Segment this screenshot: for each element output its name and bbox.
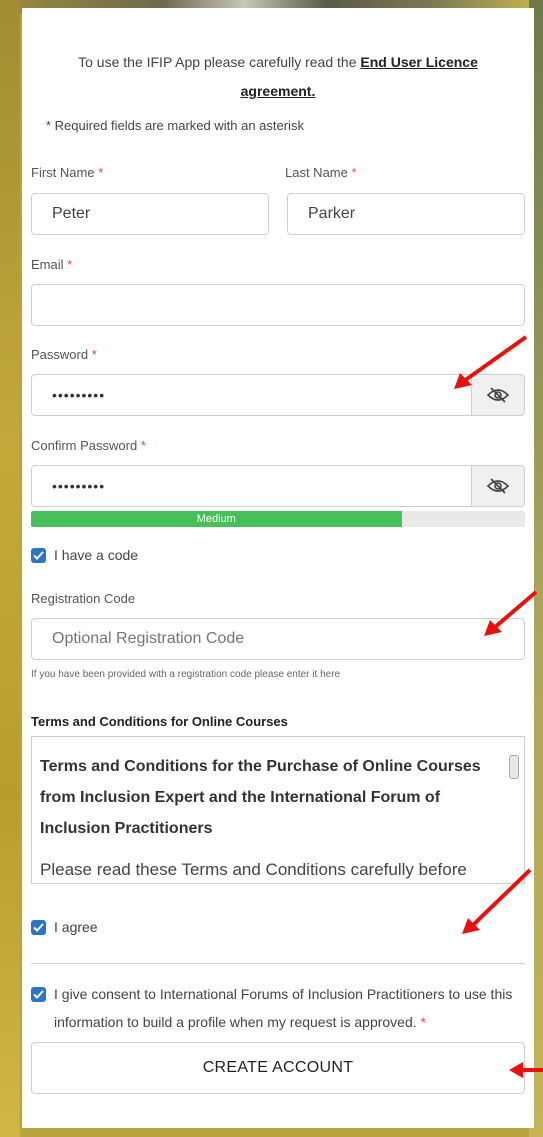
first-name-label: First Name * — [31, 165, 104, 180]
password-strength-fill: Medium — [31, 511, 402, 527]
eula-link-continued[interactable]: agreement. — [241, 83, 316, 99]
agree-label: I agree — [54, 919, 98, 935]
consent-checkbox-row[interactable]: I give consent to International Forums o… — [31, 986, 524, 1036]
have-code-checkbox[interactable] — [31, 548, 46, 563]
background-photo-left — [0, 0, 20, 1137]
email-label: Email * — [31, 257, 73, 272]
registration-code-help: If you have been provided with a registr… — [31, 669, 341, 680]
agree-checkbox-row[interactable]: I agree — [31, 919, 98, 935]
password-input[interactable]: ••••••••• — [31, 374, 473, 416]
section-divider — [31, 963, 525, 964]
terms-scrollbar-thumb[interactable] — [509, 755, 519, 779]
annotation-arrow-icon — [509, 1062, 543, 1078]
registration-code-label: Registration Code — [31, 591, 136, 606]
have-code-label: I have a code — [54, 547, 139, 563]
create-account-button[interactable]: CREATE ACCOUNT — [31, 1042, 525, 1094]
registration-code-input[interactable] — [31, 618, 525, 660]
terms-body-text: Please read these Terms and Conditions c… — [40, 860, 467, 879]
checkmark-icon — [33, 990, 44, 999]
eye-off-icon — [487, 478, 509, 494]
last-name-label: Last Name * — [285, 165, 357, 180]
have-code-checkbox-row[interactable]: I have a code — [31, 547, 138, 563]
required-marker: * — [420, 1014, 426, 1030]
annotation-arrow-icon — [454, 335, 528, 389]
consent-label: I give consent to International Forums o… — [54, 986, 513, 1030]
registration-form-card: To use the IFIP App please carefully rea… — [22, 8, 534, 1128]
required-marker: * — [67, 257, 73, 272]
annotation-arrow-icon — [484, 590, 538, 636]
required-marker: * — [91, 347, 97, 362]
intro-text: To use the IFIP App please carefully rea… — [78, 54, 478, 99]
last-name-input[interactable]: Parker — [287, 193, 525, 235]
first-name-input[interactable]: Peter — [31, 193, 269, 235]
required-fields-note: * Required fields are marked with an ast… — [46, 118, 304, 133]
confirm-password-input[interactable]: ••••••••• — [31, 465, 473, 507]
terms-scroll-box[interactable]: Terms and Conditions for the Purchase of… — [31, 736, 525, 884]
terms-scrollbar[interactable] — [508, 745, 520, 877]
confirm-password-visibility-toggle[interactable] — [471, 465, 525, 507]
password-strength-meter: Medium — [31, 511, 525, 527]
password-label: Password * — [31, 347, 97, 362]
email-input[interactable] — [31, 284, 525, 326]
required-marker: * — [140, 438, 146, 453]
confirm-password-label: Confirm Password * — [31, 438, 146, 453]
agree-checkbox[interactable] — [31, 920, 46, 935]
checkmark-icon — [33, 923, 44, 932]
eula-link[interactable]: End User Licence — [360, 54, 478, 70]
terms-section-title: Terms and Conditions for Online Courses — [31, 714, 288, 729]
checkmark-icon — [33, 551, 44, 560]
terms-heading: Terms and Conditions for the Purchase of… — [40, 758, 481, 837]
annotation-arrow-icon — [462, 868, 532, 934]
required-marker: * — [98, 165, 104, 180]
required-marker: * — [351, 165, 357, 180]
consent-checkbox[interactable] — [31, 987, 46, 1002]
